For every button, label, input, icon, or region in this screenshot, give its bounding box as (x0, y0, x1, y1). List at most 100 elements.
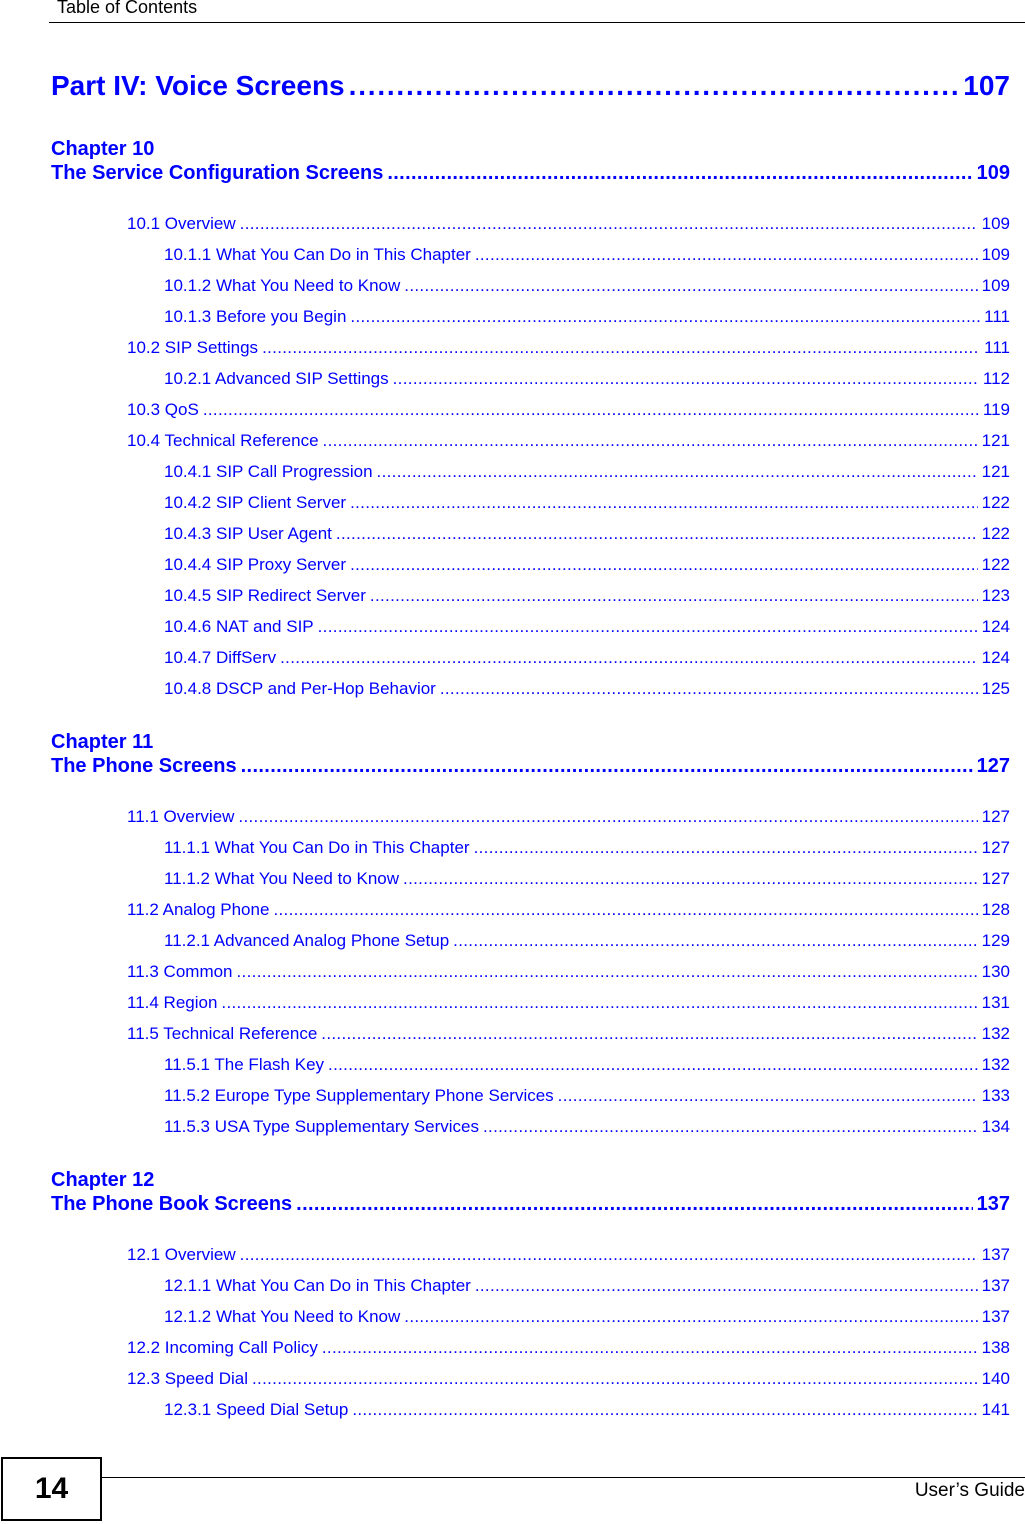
entry-title: 10.4.8 DSCP and Per-Hop Behavior (164, 679, 436, 698)
toc-subsection-entry[interactable]: 10.4.3 SIP User Agent 122 (164, 524, 1010, 546)
page-number: 14 (34, 1472, 69, 1505)
toc-subsection-entry[interactable]: 12.1.1 What You Can Do in This Chapter 13… (164, 1276, 1010, 1298)
entry-page-number: 137 (981, 1245, 1010, 1264)
footer-divider (102, 1477, 1025, 1478)
entry-page-number: 121 (981, 431, 1010, 450)
entry-title: 12.1.2 What You Need to Know (164, 1307, 401, 1326)
entry-title: 12.3.1 Speed Dial Setup (164, 1400, 349, 1419)
dot-leader (453, 931, 977, 951)
dot-leader (558, 1086, 978, 1106)
toc-section-entry[interactable]: 10.2 SIP Settings 111 (127, 338, 1010, 360)
chapter-number: Chapter 10 (51, 138, 155, 160)
entry-page-number: 127 (981, 869, 1010, 888)
toc-subsection-entry[interactable]: 10.4.1 SIP Call Progression 121 (164, 462, 1010, 484)
dot-leader (280, 648, 977, 668)
chapter-title: The Service Configuration Screens (51, 162, 384, 184)
dot-leader (474, 838, 978, 858)
toc-chapter-entry[interactable]: The Phone Book Screens 137 (51, 1193, 1010, 1219)
toc-subsection-entry[interactable]: 10.4.5 SIP Redirect Server 123 (164, 586, 1010, 608)
toc-chapter-entry[interactable]: The Service Configuration Screens 109 (51, 162, 1010, 188)
toc-subsection-entry[interactable]: 10.4.4 SIP Proxy Server 122 (164, 555, 1010, 577)
dot-leader (241, 755, 973, 778)
entry-page-number: 133 (981, 1086, 1010, 1105)
toc-subsection-entry[interactable]: 10.4.7 DiffServ 124 (164, 648, 1010, 670)
entry-title: 10.2 SIP Settings (127, 338, 259, 357)
dot-leader (393, 369, 979, 389)
dot-leader (370, 586, 978, 606)
toc-section-entry[interactable]: 12.2 Incoming Call Policy 138 (127, 1338, 1010, 1360)
toc-subsection-entry[interactable]: 10.1.3 Before you Begin 111 (164, 307, 1010, 329)
entry-title: 10.4.1 SIP Call Progression (164, 462, 373, 481)
entry-page-number: 127 (981, 807, 1010, 826)
toc-subsection-entry[interactable]: 10.4.2 SIP Client Server 122 (164, 493, 1010, 515)
toc-subsection-entry[interactable]: 10.1.2 What You Need to Know 109 (164, 276, 1010, 298)
toc-section-entry[interactable]: 11.3 Common 130 (127, 962, 1010, 984)
toc-section-entry[interactable]: 11.1 Overview 127 (127, 807, 1010, 829)
entry-page-number: 128 (981, 900, 1010, 919)
chapter-page-number: 127 (976, 755, 1010, 777)
toc-subsection-entry[interactable]: 10.4.8 DSCP and Per-Hop Behavior 125 (164, 679, 1010, 701)
dot-leader (352, 1400, 977, 1420)
toc-subsection-entry[interactable]: 12.1.2 What You Need to Know 137 (164, 1307, 1010, 1329)
dot-leader (350, 493, 978, 513)
toc-section-entry[interactable]: 11.4 Region 131 (127, 993, 1010, 1015)
entry-title: 10.1.3 Before you Begin (164, 307, 347, 326)
toc-subsection-entry[interactable]: 11.1.1 What You Can Do in This Chapter 12… (164, 838, 1010, 860)
toc-section-entry[interactable]: 10.1 Overview 109 (127, 214, 1010, 236)
entry-title: 12.2 Incoming Call Policy (127, 1338, 318, 1357)
entry-page-number: 122 (981, 555, 1010, 574)
entry-title: 10.4 Technical Reference (127, 431, 319, 450)
entry-page-number: 132 (981, 1024, 1010, 1043)
dot-leader (252, 1369, 978, 1389)
dot-leader (322, 1338, 978, 1358)
toc-section-entry[interactable]: 11.2 Analog Phone 128 (127, 900, 1010, 922)
toc-subsection-entry[interactable]: 10.1.1 What You Can Do in This Chapter 10… (164, 245, 1010, 267)
toc-subsection-entry[interactable]: 11.5.1 The Flash Key 132 (164, 1055, 1010, 1077)
dot-leader (321, 1024, 977, 1044)
toc-part-entry[interactable]: Part IV: Voice Screens 107 (51, 70, 1010, 106)
dot-leader (262, 338, 980, 358)
toc-subsection-entry[interactable]: 11.5.3 USA Type Supplementary Services 13… (164, 1117, 1010, 1139)
entry-page-number: 111 (984, 307, 1010, 326)
dot-leader (483, 1117, 978, 1137)
entry-page-number: 122 (981, 524, 1010, 543)
entry-page-number: 131 (981, 993, 1010, 1012)
dot-leader (349, 70, 960, 102)
entry-title: 10.1.2 What You Need to Know (164, 276, 401, 295)
entry-title: 11.5.3 USA Type Supplementary Services (164, 1117, 479, 1136)
toc-section-entry[interactable]: 10.4 Technical Reference 121 (127, 431, 1010, 453)
entry-page-number: 134 (981, 1117, 1010, 1136)
entry-title: 11.3 Common (127, 962, 233, 981)
toc-section-entry[interactable]: 10.3 QoS 119 (127, 400, 1010, 422)
entry-title: 10.4.7 DiffServ (164, 648, 277, 667)
entry-title: 11.1.1 What You Can Do in This Chapter (164, 838, 470, 857)
toc-section-entry[interactable]: 11.5 Technical Reference 132 (127, 1024, 1010, 1046)
toc-subsection-entry[interactable]: 10.4.6 NAT and SIP 124 (164, 617, 1010, 639)
entry-page-number: 122 (981, 493, 1010, 512)
entry-title: 11.5.1 The Flash Key (164, 1055, 325, 1074)
dot-leader (237, 962, 978, 982)
dot-leader (440, 679, 978, 699)
entry-title: 11.5.2 Europe Type Supplementary Phone S… (164, 1086, 554, 1105)
chapter-page-number: 137 (976, 1193, 1010, 1215)
entry-title: 10.3 QoS (127, 400, 199, 419)
entry-page-number: 124 (981, 648, 1010, 667)
entry-title: 10.4.2 SIP Client Server (164, 493, 347, 512)
toc-subsection-entry[interactable]: 12.3.1 Speed Dial Setup 141 (164, 1400, 1010, 1422)
chapter-title: The Phone Book Screens (51, 1193, 293, 1215)
toc-chapter-entry[interactable]: The Phone Screens 127 (51, 755, 1010, 781)
entry-page-number: 109 (981, 276, 1010, 295)
toc-section-entry[interactable]: 12.3 Speed Dial 140 (127, 1369, 1010, 1391)
dot-leader (221, 993, 977, 1013)
dot-leader (318, 617, 978, 637)
entry-title: 11.1.2 What You Need to Know (164, 869, 400, 888)
toc-subsection-entry[interactable]: 11.5.2 Europe Type Supplementary Phone S… (164, 1086, 1010, 1108)
entry-page-number: 140 (981, 1369, 1010, 1388)
entry-page-number: 121 (981, 462, 1010, 481)
entry-title: 11.2.1 Advanced Analog Phone Setup (164, 931, 450, 950)
toc-subsection-entry[interactable]: 11.1.2 What You Need to Know 127 (164, 869, 1010, 891)
dot-leader (350, 555, 978, 575)
toc-section-entry[interactable]: 12.1 Overview 137 (127, 1245, 1010, 1267)
toc-subsection-entry[interactable]: 11.2.1 Advanced Analog Phone Setup 129 (164, 931, 1010, 953)
toc-subsection-entry[interactable]: 10.2.1 Advanced SIP Settings 112 (164, 369, 1010, 391)
